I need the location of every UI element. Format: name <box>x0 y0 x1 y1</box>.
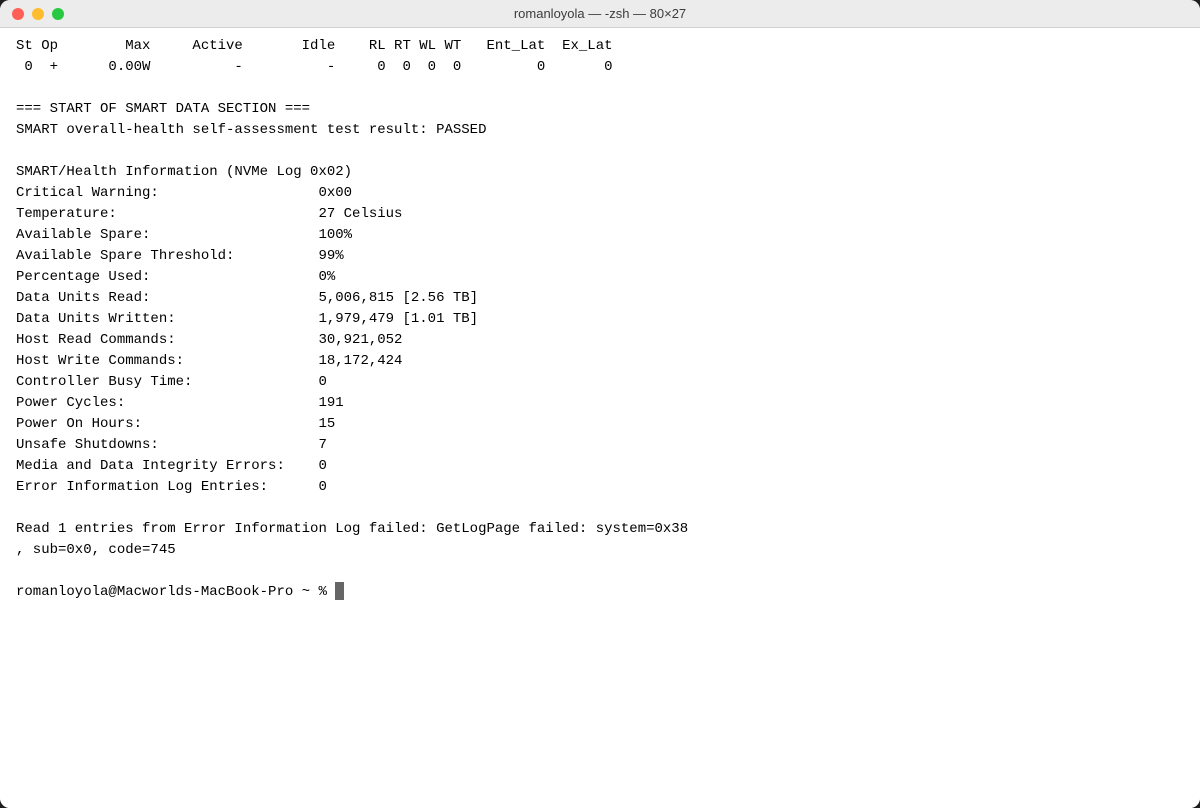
titlebar: romanloyola — -zsh — 80×27 <box>0 0 1200 28</box>
terminal-window: romanloyola — -zsh — 80×27 St Op Max Act… <box>0 0 1200 808</box>
minimize-button[interactable] <box>32 8 44 20</box>
close-button[interactable] <box>12 8 24 20</box>
window-controls[interactable] <box>12 8 64 20</box>
window-title: romanloyola — -zsh — 80×27 <box>514 6 686 21</box>
terminal-body[interactable]: St Op Max Active Idle RL RT WL WT Ent_La… <box>0 28 1200 808</box>
terminal-cursor <box>335 582 344 600</box>
maximize-button[interactable] <box>52 8 64 20</box>
